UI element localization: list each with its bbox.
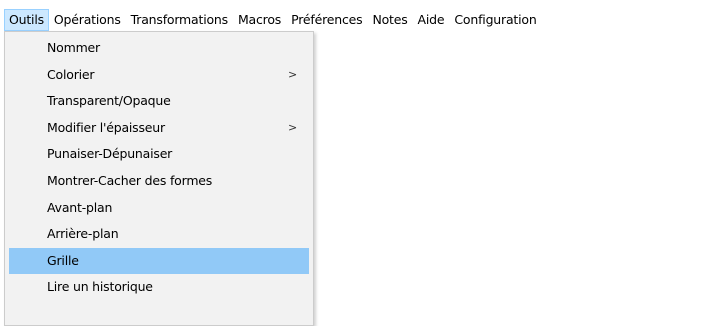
menu-item-label: Colorier: [47, 66, 95, 82]
menu-item-modifier-epaisseur[interactable]: Modifier l'épaisseur >: [5, 115, 313, 142]
outils-dropdown-menu: Nommer Colorier > Transparent/Opaque Mod…: [4, 31, 314, 326]
menu-item-montrer-cacher-formes[interactable]: Montrer-Cacher des formes: [5, 168, 313, 195]
menu-macros[interactable]: Macros: [233, 9, 286, 31]
submenu-arrow-icon: >: [287, 67, 297, 81]
menu-item-transparent-opaque[interactable]: Transparent/Opaque: [5, 88, 313, 115]
menu-item-colorier[interactable]: Colorier >: [5, 62, 313, 89]
menu-item-grille[interactable]: Grille: [9, 247, 309, 275]
menu-outils[interactable]: Outils: [4, 9, 49, 31]
dropdown-item-list: Nommer Colorier > Transparent/Opaque Mod…: [5, 32, 313, 301]
menu-notes[interactable]: Notes: [367, 9, 412, 31]
menu-item-label: Transparent/Opaque: [47, 93, 171, 109]
menu-item-label: Lire un historique: [47, 279, 153, 295]
menu-aide[interactable]: Aide: [413, 9, 450, 31]
menu-preferences[interactable]: Préférences: [286, 9, 367, 31]
menu-item-label: Grille: [47, 252, 79, 268]
menu-item-nommer[interactable]: Nommer: [5, 35, 313, 62]
menu-configuration[interactable]: Configuration: [449, 9, 541, 31]
menu-item-label: Arrière-plan: [47, 226, 119, 242]
menu-item-lire-historique[interactable]: Lire un historique: [5, 274, 313, 301]
menu-transformations[interactable]: Transformations: [126, 9, 233, 31]
menu-item-label: Nommer: [47, 40, 100, 55]
menu-item-avant-plan[interactable]: Avant-plan: [5, 195, 313, 222]
menu-item-label: Punaiser-Dépunaiser: [47, 146, 173, 162]
submenu-arrow-icon: >: [287, 120, 297, 134]
menu-item-label: Modifier l'épaisseur: [47, 119, 165, 135]
menu-item-label: Montrer-Cacher des formes: [47, 172, 213, 188]
menu-item-punaiser-depunaiser[interactable]: Punaiser-Dépunaiser: [5, 141, 313, 168]
menu-operations[interactable]: Opérations: [49, 9, 126, 31]
menu-item-label: Avant-plan: [47, 199, 113, 215]
menu-item-arriere-plan[interactable]: Arrière-plan: [5, 221, 313, 248]
